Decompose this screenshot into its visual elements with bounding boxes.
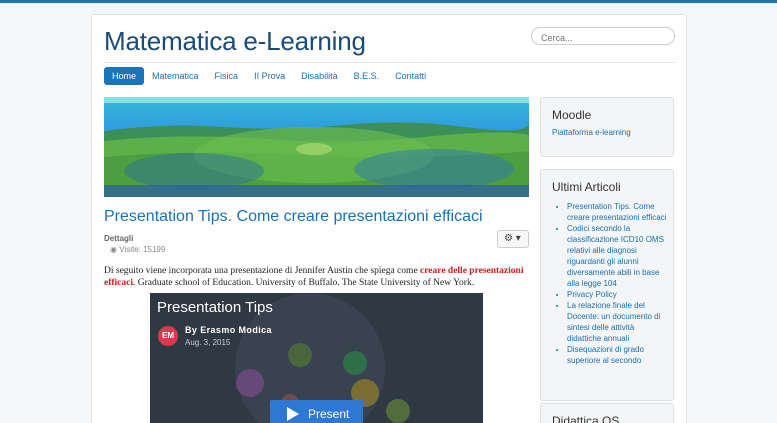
didattica-module: Didattica OS [540,403,674,423]
site-title[interactable]: Matematica e-Learning [104,26,366,57]
latest-articles-list: Presentation Tips. Come creare presentaz… [541,194,673,366]
moodle-heading: Moodle [552,108,592,122]
body-rest: . Graduate school of Education. Universi… [133,278,475,288]
latest-article-item[interactable]: Codici secondo la classificazione ICD10 … [567,223,667,289]
nav-item-disabilita[interactable]: Disabilità [293,67,346,85]
nav-item-bes[interactable]: B.E.S. [346,67,388,85]
moodle-link[interactable]: Piattaforma e-learning [541,122,673,137]
details-label: Dettagli [104,234,134,243]
play-icon [287,407,299,421]
nav-item-matematica[interactable]: Matematica [144,67,207,85]
latest-article-item[interactable]: Privacy Policy [567,289,667,300]
latest-articles-heading: Ultimi Articoli [552,180,621,194]
nav-item-ii-prova[interactable]: II Prova [246,67,293,85]
present-label: Present [308,407,350,421]
gear-icon: ⚙ [504,233,513,244]
moodle-module: Moodle Piattaforma e-learning [540,97,674,157]
nav-item-fisica[interactable]: Fisica [207,67,247,85]
search-input[interactable] [531,27,675,45]
header-banner-image [104,97,529,197]
latest-article-item[interactable]: Presentation Tips. Come creare presentaz… [567,201,667,223]
avatar: EM [158,326,178,346]
body-intro: Di seguito viene incorporata una present… [104,266,421,276]
didattica-heading: Didattica OS [552,414,620,423]
embedded-presentation[interactable]: Presentation Tips EM By Erasmo Modica Au… [150,293,483,423]
presentation-date: Aug. 3, 2015 [185,338,231,347]
page-container: Matematica e-Learning Home Matematica Fi… [91,14,687,423]
caret-down-icon: ▾ [515,233,521,244]
header-divider [104,62,675,63]
eye-icon: ◉ [110,245,117,254]
presentation-author[interactable]: By Erasmo Modica [185,325,272,335]
nav-item-home[interactable]: Home [104,67,145,85]
top-accent-bar [0,0,777,3]
latest-article-item[interactable]: Disequazioni di grado superiore al secon… [567,344,667,366]
article-body: Di seguito viene incorporata una present… [104,265,532,289]
presentation-title: Presentation Tips [157,299,273,316]
present-button[interactable]: Present [270,400,363,423]
article-title[interactable]: Presentation Tips. Come creare presentaz… [104,208,483,226]
latest-articles-module: Ultimi Articoli Presentation Tips. Come … [540,169,674,401]
visits-label: Visite: 15199 [119,245,166,254]
latest-article-item[interactable]: La relazione finale del Docente: un docu… [567,300,667,344]
article-tools-button[interactable]: ⚙ ▾ [497,230,529,248]
visits-count: ◉ Visite: 15199 [110,245,165,254]
nav-item-contatti[interactable]: Contatti [387,67,434,85]
main-nav: Home Matematica Fisica II Prova Disabili… [104,67,434,85]
